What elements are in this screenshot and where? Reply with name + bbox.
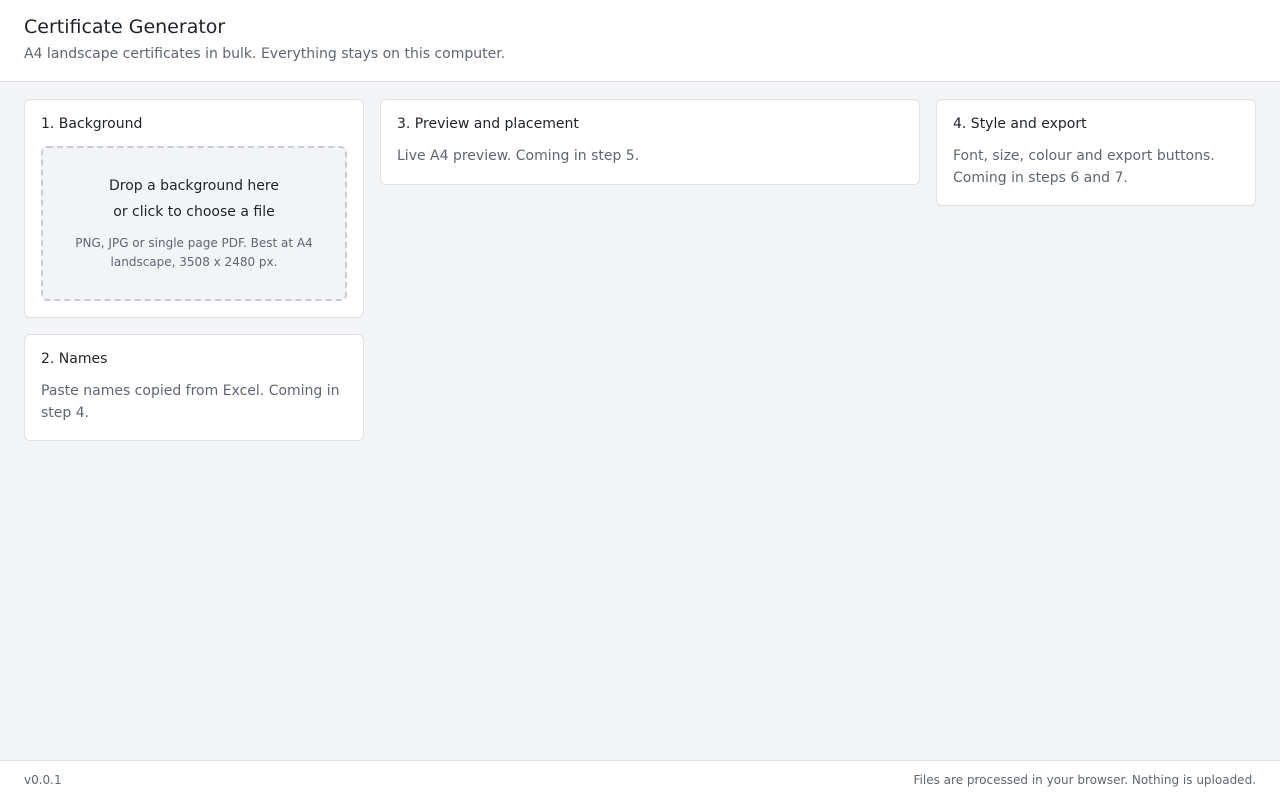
names-card: 2. Names Paste names copied from Excel. … xyxy=(24,334,364,441)
preview-card: 3. Preview and placement Live A4 preview… xyxy=(380,99,920,185)
app-title: Certificate Generator xyxy=(24,16,226,38)
style-export-card: 4. Style and export Font, size, colour a… xyxy=(936,99,1256,206)
app-root: Certificate Generator A4 landscape certi… xyxy=(0,0,1280,800)
app-subtitle: A4 landscape certificates in bulk. Every… xyxy=(24,46,506,62)
names-card-description: Paste names copied from Excel. Coming in… xyxy=(41,383,340,421)
dropzone-hint: PNG, JPG or single page PDF. Best at A4 … xyxy=(75,236,313,269)
privacy-note: Files are processed in your browser. Not… xyxy=(913,773,1256,787)
background-dropzone[interactable]: Drop a background here or click to choos… xyxy=(41,146,347,301)
dropzone-primary-text: Drop a background here xyxy=(109,178,279,194)
dropzone-secondary-text: or click to choose a file xyxy=(113,204,275,220)
names-card-title: 2. Names xyxy=(41,351,108,367)
background-card-title: 1. Background xyxy=(41,116,143,132)
preview-card-description: Live A4 preview. Coming in step 5. xyxy=(397,148,640,164)
app-header: Certificate Generator A4 landscape certi… xyxy=(0,0,1280,82)
background-card: 1. Background Drop a background here or … xyxy=(24,99,364,318)
style-export-card-title: 4. Style and export xyxy=(953,116,1087,132)
style-export-card-description: Font, size, colour and export buttons. C… xyxy=(953,148,1215,186)
preview-card-title: 3. Preview and placement xyxy=(397,116,579,132)
version-label: v0.0.1 xyxy=(24,773,62,787)
app-footer: v0.0.1 Files are processed in your brows… xyxy=(0,760,1280,800)
